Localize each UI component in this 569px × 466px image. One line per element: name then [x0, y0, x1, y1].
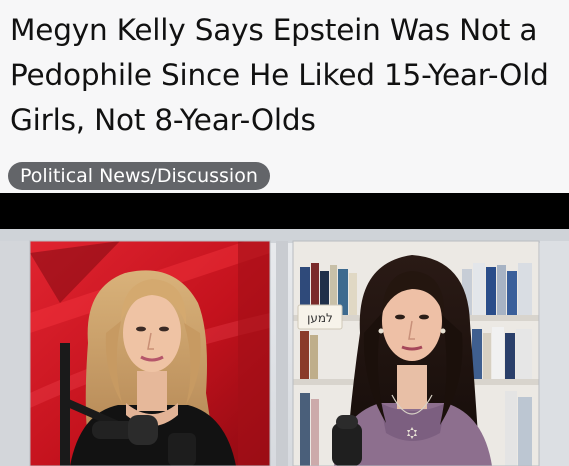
left-video-panel: [30, 241, 270, 466]
post-title[interactable]: Megyn Kelly Says Epstein Was Not a Pedop…: [10, 8, 560, 143]
letterbox-bar: [0, 193, 569, 229]
shelf-sign-text: למען: [307, 311, 333, 325]
post-card: Megyn Kelly Says Epstein Was Not a Pedop…: [0, 0, 569, 466]
post-video-thumbnail[interactable]: למען: [0, 193, 569, 466]
right-video-panel: למען: [293, 241, 539, 466]
post-flair-badge[interactable]: Political News/Discussion: [8, 162, 270, 190]
video-frame: למען: [0, 193, 569, 466]
